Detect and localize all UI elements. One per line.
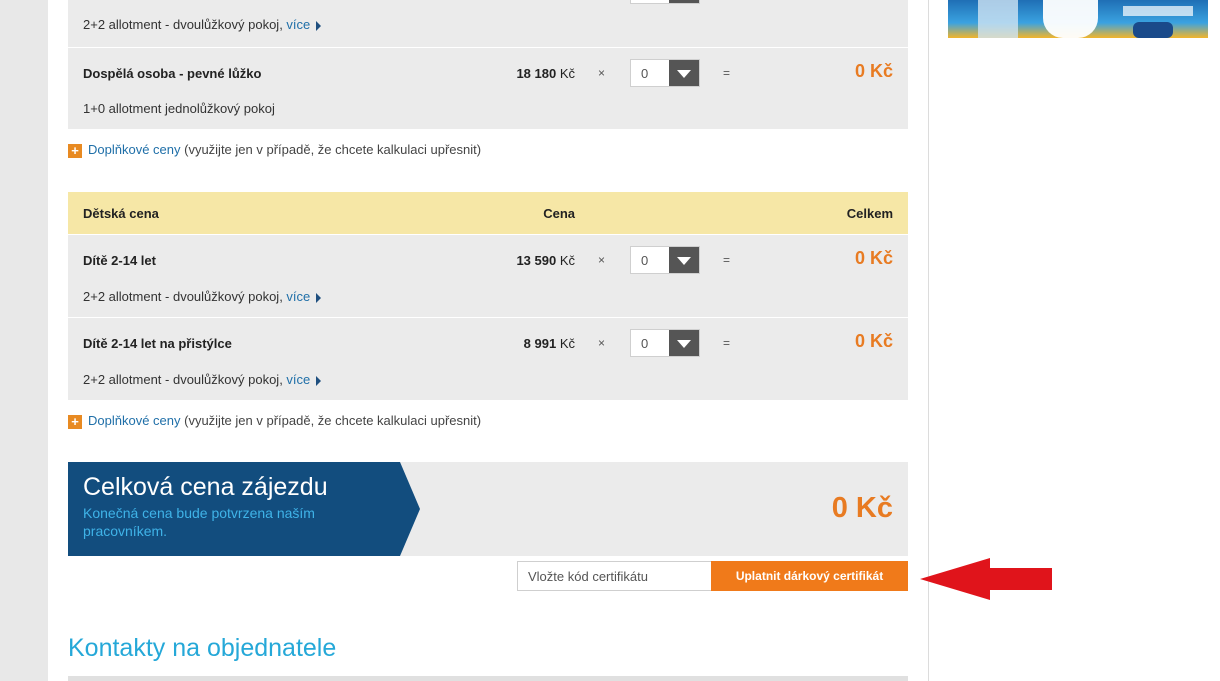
- row-total: 0 Kč: [854, 61, 893, 81]
- addon-prices-link[interactable]: Doplňkové ceny: [88, 142, 181, 157]
- row-price: 13 590 Kč: [516, 253, 575, 268]
- chevron-down-icon[interactable]: [669, 247, 699, 273]
- row-total: 0 Kč: [854, 331, 893, 351]
- price-currency: Kč: [556, 253, 575, 268]
- quantity-select-partial[interactable]: [630, 0, 700, 4]
- price-row-partial: 2+2 allotment - dvoulůžkový pokoj, více: [68, 0, 908, 47]
- red-arrow-icon: [920, 558, 1052, 600]
- price-row-child-extra-bed: Dítě 2-14 let na přistýlce 8 991 Kč × 0 …: [68, 318, 908, 400]
- quantity-select[interactable]: 0: [630, 246, 700, 274]
- tour-total-box: Celková cena zájezdu Konečná cena bude p…: [68, 462, 908, 556]
- room-note: 2+2 allotment - dvoulůžkový pokoj, více: [83, 372, 322, 387]
- addon-prices-hint: (využijte jen v případě, že chcete kalku…: [180, 413, 482, 428]
- price-value: 13 590: [516, 253, 557, 268]
- apply-certificate-button[interactable]: Uplatnit dárkový certifikát: [711, 561, 908, 591]
- section-title-contacts: Kontakty na objednatele: [68, 634, 337, 662]
- price-row-child: Dítě 2-14 let 13 590 Kč × 0 = 0 Kč 2+2 a…: [68, 235, 908, 317]
- chevron-down-icon[interactable]: [669, 330, 699, 356]
- more-link[interactable]: více: [286, 372, 310, 387]
- chevron-down-icon[interactable]: [669, 60, 699, 86]
- chevron-down-icon: [669, 0, 699, 3]
- plus-icon[interactable]: +: [68, 414, 82, 429]
- total-subtitle: Konečná cena bude potvrzena naším pracov…: [83, 505, 315, 539]
- times-sign: ×: [598, 66, 606, 80]
- equals-sign: =: [723, 336, 731, 350]
- more-link[interactable]: více: [286, 17, 310, 32]
- child-price-header: Dětská cena Cena Celkem: [68, 192, 908, 234]
- price-currency: Kč: [556, 66, 575, 81]
- row-name: Dítě 2-14 let na přistýlce: [83, 336, 232, 351]
- addon-prices-link[interactable]: Doplňkové ceny: [88, 413, 181, 428]
- times-sign: ×: [598, 253, 606, 267]
- row-name: Dospělá osoba - pevné lůžko: [83, 66, 262, 81]
- room-note-text: 2+2 allotment - dvoulůžkový pokoj,: [83, 372, 287, 387]
- room-note: 2+2 allotment - dvoulůžkový pokoj, více: [83, 17, 322, 32]
- quantity-value: 0: [641, 253, 649, 268]
- room-note: 2+2 allotment - dvoulůžkový pokoj, více: [83, 289, 322, 304]
- more-link[interactable]: více: [286, 289, 310, 304]
- plus-icon[interactable]: +: [68, 143, 82, 158]
- certificate-code-input[interactable]: [517, 561, 712, 591]
- child-header-price: Cena: [543, 206, 575, 221]
- row-name: Dítě 2-14 let: [83, 253, 156, 268]
- addon-prices-hint: (využijte jen v případě, že chcete kalku…: [180, 142, 482, 157]
- quantity-value: 0: [641, 66, 649, 81]
- promo-banner-image[interactable]: [948, 0, 1208, 38]
- quantity-select[interactable]: 0: [630, 329, 700, 357]
- room-note: 1+0 allotment jednolůžkový pokoj: [83, 101, 275, 116]
- equals-sign: =: [723, 66, 731, 80]
- child-header-label: Dětská cena: [83, 206, 159, 221]
- price-value: 8 991: [523, 336, 557, 351]
- quantity-value: 0: [641, 336, 649, 351]
- caret-right-icon: [316, 20, 322, 31]
- quantity-select[interactable]: 0: [630, 59, 700, 87]
- addon-prices: + Doplňkové ceny (využijte jen v případě,…: [68, 413, 481, 429]
- room-note-text: 2+2 allotment - dvoulůžkový pokoj,: [83, 289, 287, 304]
- caret-right-icon: [316, 375, 322, 386]
- price-value: 18 180: [516, 66, 557, 81]
- contacts-form-top: [68, 676, 908, 681]
- row-total: 0 Kč: [854, 248, 893, 268]
- main-content: 2+2 allotment - dvoulůžkový pokoj, více …: [48, 0, 929, 681]
- total-sum: 0 Kč: [831, 492, 893, 524]
- child-header-total: Celkem: [846, 206, 893, 221]
- equals-sign: =: [723, 253, 731, 267]
- price-row-adult-bed: Dospělá osoba - pevné lůžko 18 180 Kč × …: [68, 48, 908, 129]
- row-price: 8 991 Kč: [524, 336, 575, 351]
- addon-prices: + Doplňkové ceny (využijte jen v případě,…: [68, 142, 481, 158]
- price-currency: Kč: [556, 336, 575, 351]
- caret-right-icon: [316, 292, 322, 303]
- room-note-text: 2+2 allotment - dvoulůžkový pokoj,: [83, 17, 287, 32]
- total-title: Celková cena zájezdu: [83, 473, 328, 501]
- row-price: 18 180 Kč: [516, 66, 575, 81]
- times-sign: ×: [598, 336, 606, 350]
